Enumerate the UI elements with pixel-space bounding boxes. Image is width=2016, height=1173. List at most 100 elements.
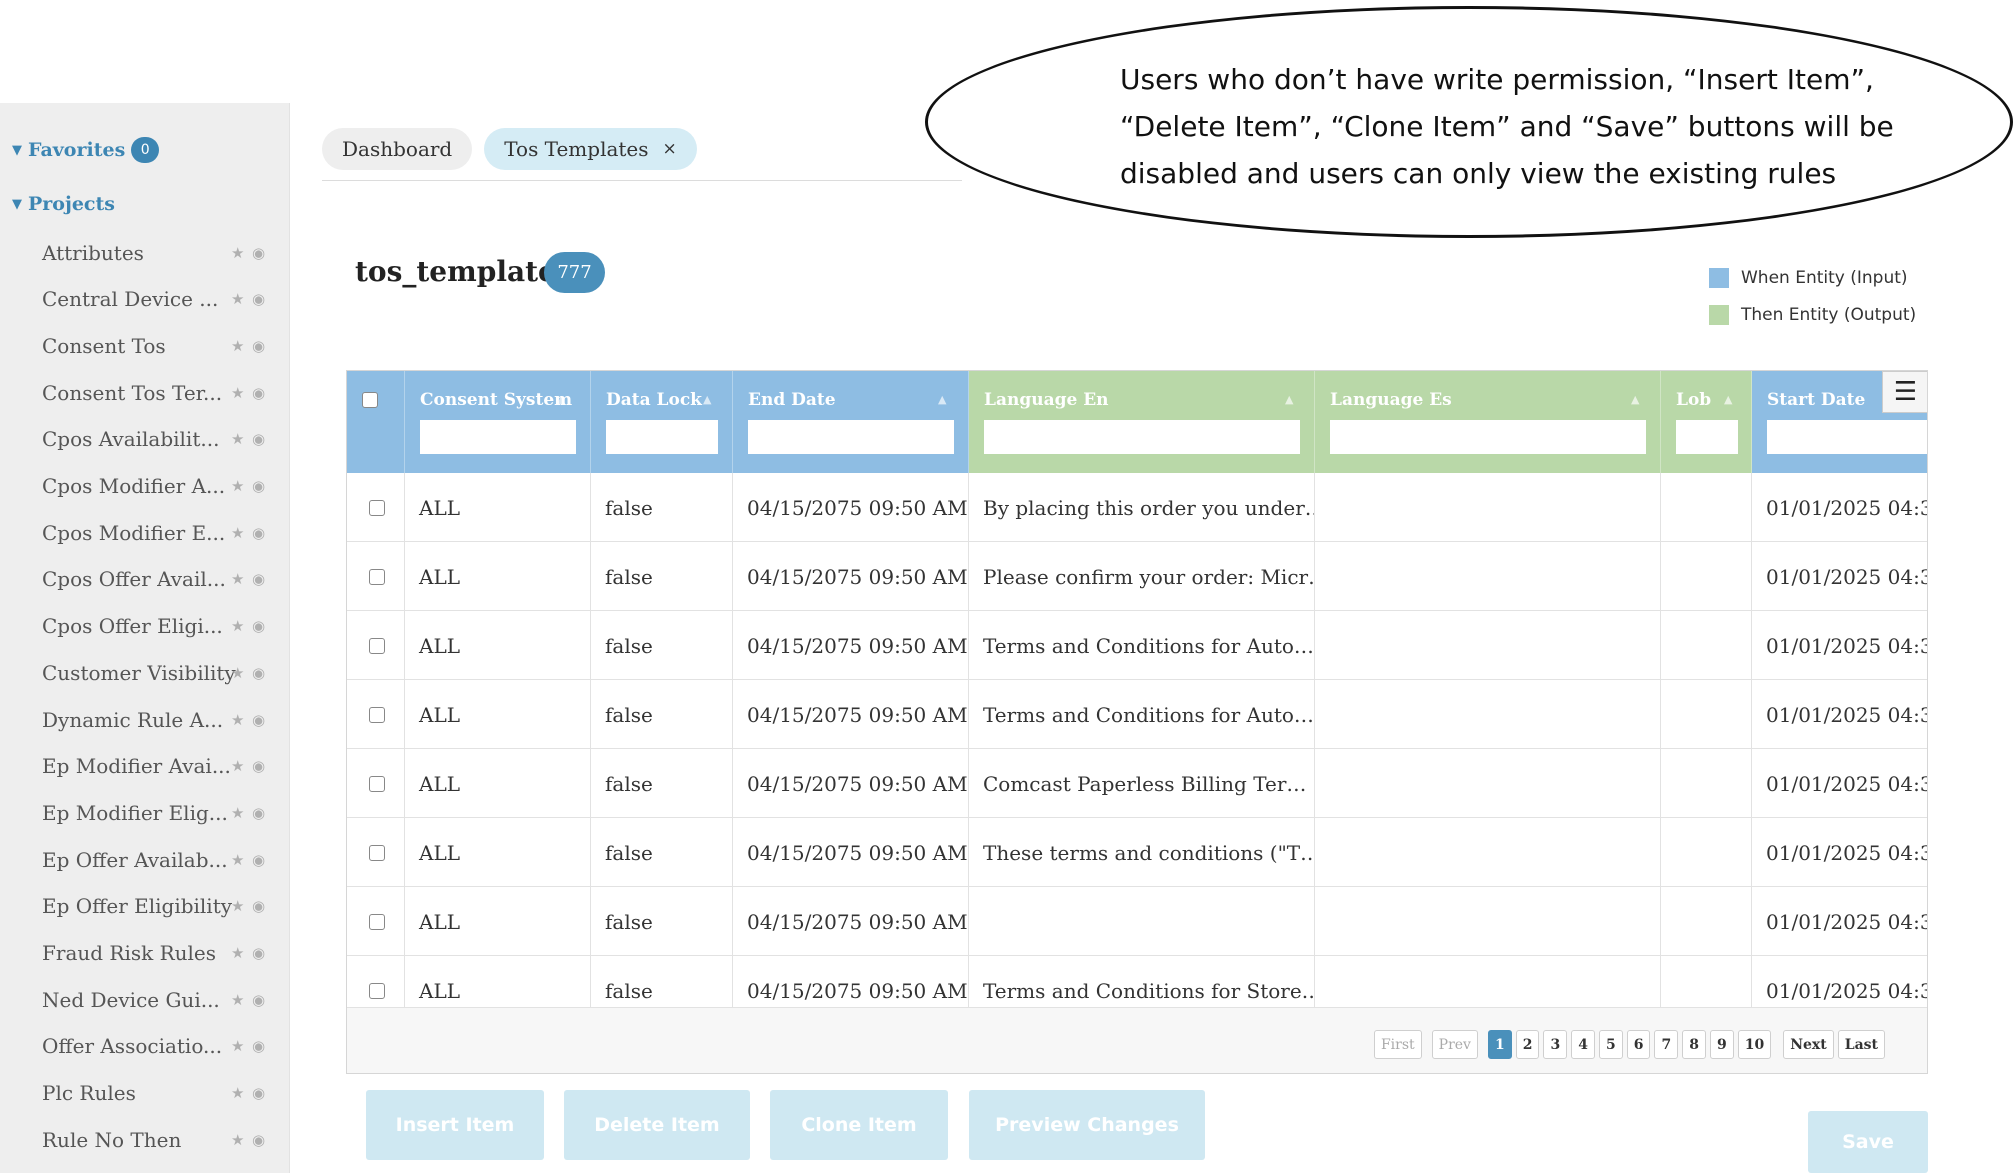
preview-changes-button[interactable]: Preview Changes [969,1090,1205,1160]
cell-consent-system[interactable]: ALL [405,749,591,818]
cell-language-en[interactable]: By placing this order you under… [969,473,1315,542]
eye-icon[interactable]: ◉ [252,337,265,355]
cell-start-date[interactable]: 01/01/2025 04:30 [1752,611,1927,680]
star-icon[interactable]: ★ [231,524,244,542]
eye-icon[interactable]: ◉ [252,1131,265,1149]
filter-input-lob[interactable] [1676,420,1738,454]
sort-icon[interactable]: ▲ [938,393,946,406]
sidebar-item[interactable]: Ep Modifier Elig... ★ ◉ [0,789,289,836]
star-icon[interactable]: ★ [231,1037,244,1055]
page-number-button[interactable]: 9 [1709,1030,1734,1059]
cell-end-date[interactable]: 04/15/2075 09:50 AM [733,818,969,887]
sort-icon[interactable]: ▲ [1724,393,1732,406]
sidebar-item[interactable]: Consent Tos Ter... ★ ◉ [0,369,289,416]
cell-language-es[interactable] [1315,473,1661,542]
cell-consent-system[interactable]: ALL [405,611,591,680]
star-icon[interactable]: ★ [231,804,244,822]
cell-data-lock[interactable]: false [591,680,733,749]
cell-data-lock[interactable]: false [591,542,733,611]
cell-consent-system[interactable]: ALL [405,680,591,749]
sidebar-item[interactable]: Customer Visibility ★ ◉ [0,649,289,696]
star-icon[interactable]: ★ [231,851,244,869]
table-row[interactable]: ALL false 04/15/2075 09:50 AM These terms a… [347,818,1927,887]
star-icon[interactable]: ★ [231,711,244,729]
cell-consent-system[interactable]: ALL [405,542,591,611]
eye-icon[interactable]: ◉ [252,290,265,308]
cell-lob[interactable] [1661,887,1752,956]
cell-language-en[interactable] [969,887,1315,956]
cell-start-date[interactable]: 01/01/2025 04:30 [1752,680,1927,749]
table-row[interactable]: ALL false 04/15/2075 09:50 AM Please confir… [347,542,1927,611]
star-icon[interactable]: ★ [231,1084,244,1102]
cell-end-date[interactable]: 04/15/2075 09:50 AM [733,542,969,611]
cell-language-es[interactable] [1315,749,1661,818]
cell-language-es[interactable] [1315,542,1661,611]
filter-input-language-es[interactable] [1330,420,1646,454]
filter-input-consent-system[interactable] [420,420,576,454]
cell-end-date[interactable]: 04/15/2075 09:50 AM [733,887,969,956]
table-row[interactable]: ALL false 04/15/2075 09:50 AM By placing th… [347,473,1927,542]
cell-language-en[interactable]: These terms and conditions ("T… [969,818,1315,887]
insert-item-button[interactable]: Insert Item [366,1090,544,1160]
cell-end-date[interactable]: 04/15/2075 09:50 AM [733,680,969,749]
cell-language-en[interactable]: Please confirm your order: Micr… [969,542,1315,611]
star-icon[interactable]: ★ [231,570,244,588]
close-icon[interactable]: × [663,139,677,159]
table-row[interactable]: ALL false 04/15/2075 09:50 AM 01/01/2025 04… [347,887,1927,956]
sidebar-item[interactable]: Ep Offer Eligibility ★ ◉ [0,883,289,930]
column-consent-system[interactable]: Consent System ▲ [405,371,591,473]
sort-icon[interactable]: ▲ [1285,393,1293,406]
cell-lob[interactable] [1661,473,1752,542]
star-icon[interactable]: ★ [231,384,244,402]
sidebar-item[interactable]: Fraud Risk Rules ★ ◉ [0,930,289,977]
cell-end-date[interactable]: 04/15/2075 09:50 AM [733,473,969,542]
eye-icon[interactable]: ◉ [252,244,265,262]
cell-end-date[interactable]: 04/15/2075 09:50 AM [733,611,969,680]
cell-start-date[interactable]: 01/01/2025 04:30 [1752,887,1927,956]
row-checkbox[interactable] [369,982,385,999]
projects-section[interactable]: ▼ Projects [12,193,115,215]
sidebar-item[interactable]: Cpos Availabilit... ★ ◉ [0,416,289,463]
filter-input-start-date[interactable] [1767,420,1927,454]
star-icon[interactable]: ★ [231,664,244,682]
select-all-checkbox[interactable] [362,392,378,408]
cell-language-es[interactable] [1315,887,1661,956]
tab-dashboard[interactable]: Dashboard [322,128,473,170]
eye-icon[interactable]: ◉ [252,524,265,542]
eye-icon[interactable]: ◉ [252,617,265,635]
sort-icon[interactable]: ▲ [557,393,565,406]
sidebar-item[interactable]: Central Device ... ★ ◉ [0,276,289,323]
column-lob[interactable]: Lob ▲ [1661,371,1752,473]
sidebar-item[interactable]: Attributes ★ ◉ [0,229,289,276]
sidebar-item[interactable]: Dynamic Rule A... ★ ◉ [0,696,289,743]
table-row[interactable]: ALL false 04/15/2075 09:50 AM Terms and Con… [347,680,1927,749]
cell-consent-system[interactable]: ALL [405,887,591,956]
cell-lob[interactable] [1661,680,1752,749]
sidebar-item[interactable]: Cpos Offer Eligi... ★ ◉ [0,603,289,650]
page-number-button[interactable]: 1 [1487,1030,1512,1059]
star-icon[interactable]: ★ [231,1131,244,1149]
page-number-button[interactable]: 5 [1598,1030,1623,1059]
star-icon[interactable]: ★ [231,897,244,915]
row-checkbox[interactable] [369,706,385,723]
cell-lob[interactable] [1661,611,1752,680]
sidebar-item[interactable]: Rule No Then ★ ◉ [0,1116,289,1163]
column-menu-button[interactable]: ☰ [1882,371,1927,413]
cell-data-lock[interactable]: false [591,611,733,680]
eye-icon[interactable]: ◉ [252,477,265,495]
row-checkbox[interactable] [369,844,385,861]
eye-icon[interactable]: ◉ [252,944,265,962]
eye-icon[interactable]: ◉ [252,804,265,822]
row-checkbox[interactable] [369,913,385,930]
cell-language-en[interactable]: Terms and Conditions for Auto… [969,680,1315,749]
row-checkbox[interactable] [369,775,385,792]
sidebar-item[interactable]: Consent Tos ★ ◉ [0,322,289,369]
eye-icon[interactable]: ◉ [252,991,265,1009]
cell-language-es[interactable] [1315,680,1661,749]
cell-start-date[interactable]: 01/01/2025 04:30 [1752,473,1927,542]
cell-language-en[interactable]: Comcast Paperless Billing Ter… [969,749,1315,818]
eye-icon[interactable]: ◉ [252,1084,265,1102]
column-language-en[interactable]: Language En ▲ [969,371,1315,473]
first-page-button[interactable]: First [1373,1030,1422,1059]
column-end-date[interactable]: End Date ▲ [733,371,969,473]
